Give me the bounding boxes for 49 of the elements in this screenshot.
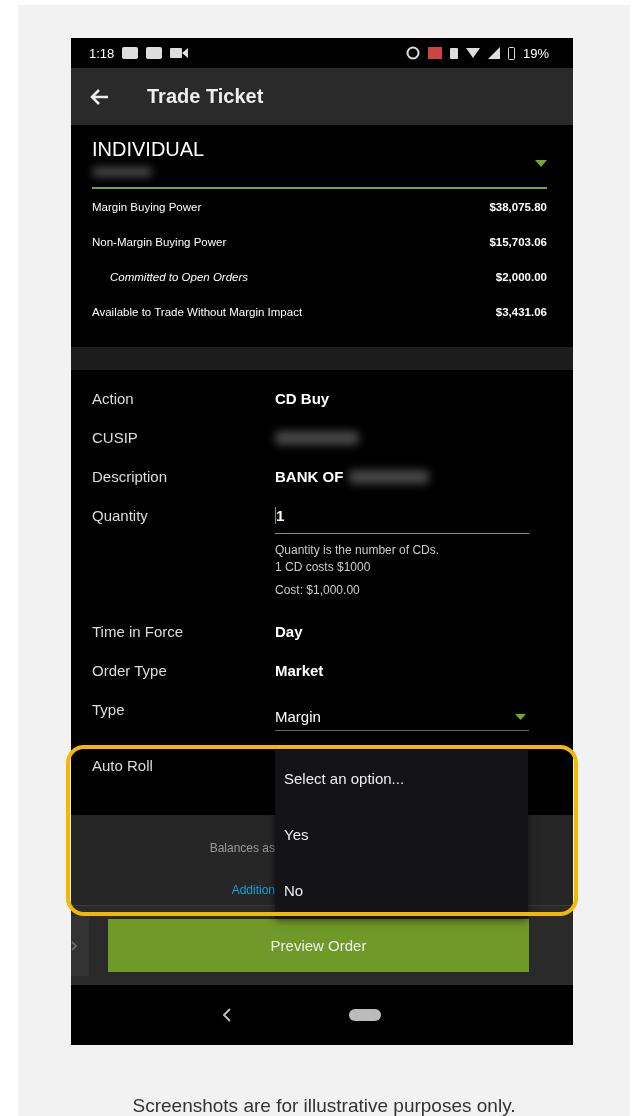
- field-label: Description: [92, 468, 169, 487]
- balance-value: $2,000.00: [495, 270, 547, 283]
- field-label: Quantity: [92, 507, 149, 526]
- field-value: Day: [275, 623, 303, 642]
- balance-label: Committed to Open Orders: [109, 270, 249, 283]
- app-notification-icon: [122, 47, 139, 59]
- hint-text: Quantity is the number of CDs.: [275, 542, 441, 559]
- dropdown-caret-icon: [535, 160, 547, 167]
- balance-value: $3,431.06: [495, 305, 547, 318]
- clock-time: 1:18: [89, 45, 115, 61]
- balances-note: Balances as: [209, 841, 275, 855]
- balance-value: $15,703.06: [489, 235, 547, 248]
- alarm-icon: [405, 46, 420, 60]
- app-notification-icon: [146, 47, 163, 59]
- wifi-icon: [465, 48, 480, 58]
- battery-icon: [507, 46, 515, 60]
- field-label: Type: [92, 701, 126, 720]
- balance-label: Non-Margin Buying Power: [92, 235, 227, 248]
- balance-value: $38,075.80: [489, 200, 547, 213]
- field-label: CUSIP: [92, 429, 139, 448]
- back-arrow-icon[interactable]: [89, 87, 109, 106]
- home-pill-icon[interactable]: [349, 1009, 381, 1021]
- field-label: Time in Force: [92, 623, 185, 642]
- signal-icon: [487, 47, 500, 59]
- field-label: Order Type: [92, 662, 168, 681]
- cost-text: Cost: $1,000.00: [275, 583, 361, 597]
- quantity-input[interactable]: 1: [275, 507, 529, 524]
- field-label: Auto Roll: [92, 757, 154, 776]
- field-value: CD Buy: [275, 390, 330, 409]
- dropdown-caret-icon: [515, 714, 526, 720]
- battery-percent: 19%: [522, 45, 549, 61]
- screen-title: Trade Ticket: [147, 85, 264, 108]
- hint-text: 1 CD costs $1000: [275, 559, 372, 576]
- back-nav-icon[interactable]: [223, 1008, 231, 1022]
- account-selector[interactable]: INDIVIDUAL: [92, 135, 547, 189]
- chevron-right-icon[interactable]: [71, 940, 77, 951]
- blurred-text: [92, 167, 152, 177]
- video-camera-icon: [170, 48, 189, 58]
- dropdown-option[interactable]: No: [275, 862, 528, 918]
- dropdown-option[interactable]: Yes: [275, 806, 528, 862]
- additional-link[interactable]: Addition: [231, 883, 275, 897]
- type-select[interactable]: Margin: [275, 702, 529, 731]
- caption: Screenshots are for illustrative purposes only.: [132, 1095, 516, 1116]
- dropdown-option[interactable]: Select an option...: [275, 750, 528, 806]
- field-label: Action: [92, 390, 135, 409]
- balance-label: Margin Buying Power: [92, 200, 202, 213]
- field-value: Market: [275, 662, 324, 681]
- balance-label: Available to Trade Without Margin Impact: [92, 305, 303, 318]
- field-value: BANK OF: [275, 468, 344, 487]
